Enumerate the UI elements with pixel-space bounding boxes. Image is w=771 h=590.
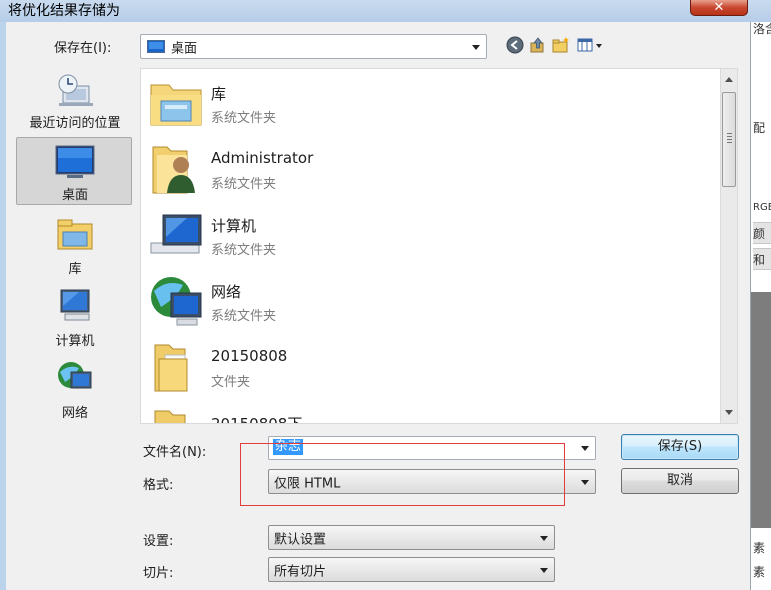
background-text: 和 — [753, 253, 766, 267]
cancel-button[interactable]: 取消 — [621, 468, 739, 494]
save-in-label: 保存在(I): — [54, 41, 112, 56]
settings-label: 设置: — [143, 534, 174, 549]
place-label: 桌面 — [61, 188, 88, 203]
slices-dropdown[interactable]: 所有切片 — [268, 557, 555, 582]
chevron-down-icon — [581, 479, 589, 485]
file-type: 系统文件夹 — [211, 309, 277, 324]
file-list: 库 系统文件夹 Administrator 系统文件夹 计算机 系统文件夹 网络… — [140, 68, 721, 424]
file-type: 系统文件夹 — [211, 177, 277, 192]
place-label: 库 — [68, 262, 82, 277]
save-in-value: 桌面 — [171, 41, 198, 56]
window-title: 将优化结果存储为 — [8, 3, 120, 19]
file-type: 系统文件夹 — [211, 243, 277, 258]
filename-label: 文件名(N): — [143, 445, 207, 460]
folder-icon — [154, 410, 186, 423]
background-text: 素 — [753, 541, 766, 555]
list-item[interactable]: 库 系统文件夹 — [141, 69, 720, 135]
places-bar: 最近访问的位置 桌面 库 计算机 网络 — [16, 65, 134, 425]
settings-dropdown[interactable]: 默认设置 — [268, 525, 555, 550]
network-icon — [151, 277, 202, 326]
background-text: 素 — [753, 565, 766, 579]
list-item[interactable]: 网络 系统文件夹 — [141, 267, 720, 333]
libraries-icon — [57, 219, 93, 250]
file-list-scrollbar[interactable] — [721, 68, 738, 424]
background-text: 配 — [753, 121, 766, 135]
chevron-down-icon — [540, 567, 548, 573]
view-menu-icon[interactable] — [577, 36, 605, 54]
file-name: 20150808下 — [211, 415, 303, 424]
user-folder-icon — [152, 146, 195, 194]
file-name: 20150808 — [211, 347, 288, 365]
scroll-up-icon[interactable] — [725, 77, 733, 82]
recent-places-icon — [58, 74, 93, 106]
background-text: 颜 — [753, 227, 766, 241]
background-window: 洛含 配 RGE 颜 和 素 素 — [750, 22, 771, 590]
slices-value: 所有切片 — [274, 564, 327, 579]
save-button[interactable]: 保存(S) — [621, 434, 739, 460]
save-in-dropdown[interactable]: 桌面 — [140, 34, 487, 59]
place-libraries[interactable]: 库 — [16, 209, 132, 277]
background-text: RGE — [753, 202, 771, 213]
back-icon[interactable] — [506, 36, 524, 54]
place-desktop[interactable]: 桌面 — [16, 137, 132, 205]
new-folder-icon[interactable] — [552, 36, 570, 54]
file-name: Administrator — [211, 149, 314, 167]
place-network[interactable]: 网络 — [16, 353, 132, 421]
place-label: 最近访问的位置 — [29, 116, 121, 131]
list-item[interactable]: 计算机 系统文件夹 — [141, 201, 720, 267]
settings-value: 默认设置 — [274, 532, 327, 547]
slices-label: 切片: — [143, 566, 174, 581]
file-name: 库 — [211, 85, 227, 103]
desktop-icon — [55, 145, 95, 178]
background-dark-panel — [751, 292, 771, 528]
file-name: 网络 — [211, 283, 242, 301]
file-type: 文件夹 — [211, 375, 251, 390]
chevron-down-icon — [472, 44, 480, 50]
desktop-icon — [147, 40, 165, 53]
computer-icon — [60, 289, 90, 321]
network-icon — [58, 362, 92, 389]
scroll-down-icon[interactable] — [725, 410, 733, 415]
chevron-down-icon — [540, 535, 548, 541]
format-label: 格式: — [143, 478, 174, 493]
annotation-highlight-box — [240, 443, 565, 506]
place-label: 计算机 — [55, 334, 95, 349]
background-text: 洛含 — [753, 22, 771, 36]
libraries-folder-icon — [150, 84, 202, 126]
file-type: 系统文件夹 — [211, 111, 277, 126]
place-recent[interactable]: 最近访问的位置 — [16, 65, 132, 133]
list-item[interactable]: Administrator 系统文件夹 — [141, 135, 720, 201]
close-button[interactable]: ✕ — [690, 0, 748, 16]
file-name: 计算机 — [211, 217, 257, 235]
list-item[interactable]: 20150808 文件夹 — [141, 333, 720, 399]
scrollbar-thumb[interactable] — [722, 92, 736, 187]
place-computer[interactable]: 计算机 — [16, 281, 132, 349]
up-folder-icon[interactable] — [529, 36, 547, 54]
place-label: 网络 — [61, 406, 88, 421]
list-item[interactable]: 20150808下 — [141, 399, 720, 424]
computer-icon — [150, 214, 202, 254]
chevron-down-icon — [581, 446, 589, 451]
folder-icon — [154, 344, 188, 392]
